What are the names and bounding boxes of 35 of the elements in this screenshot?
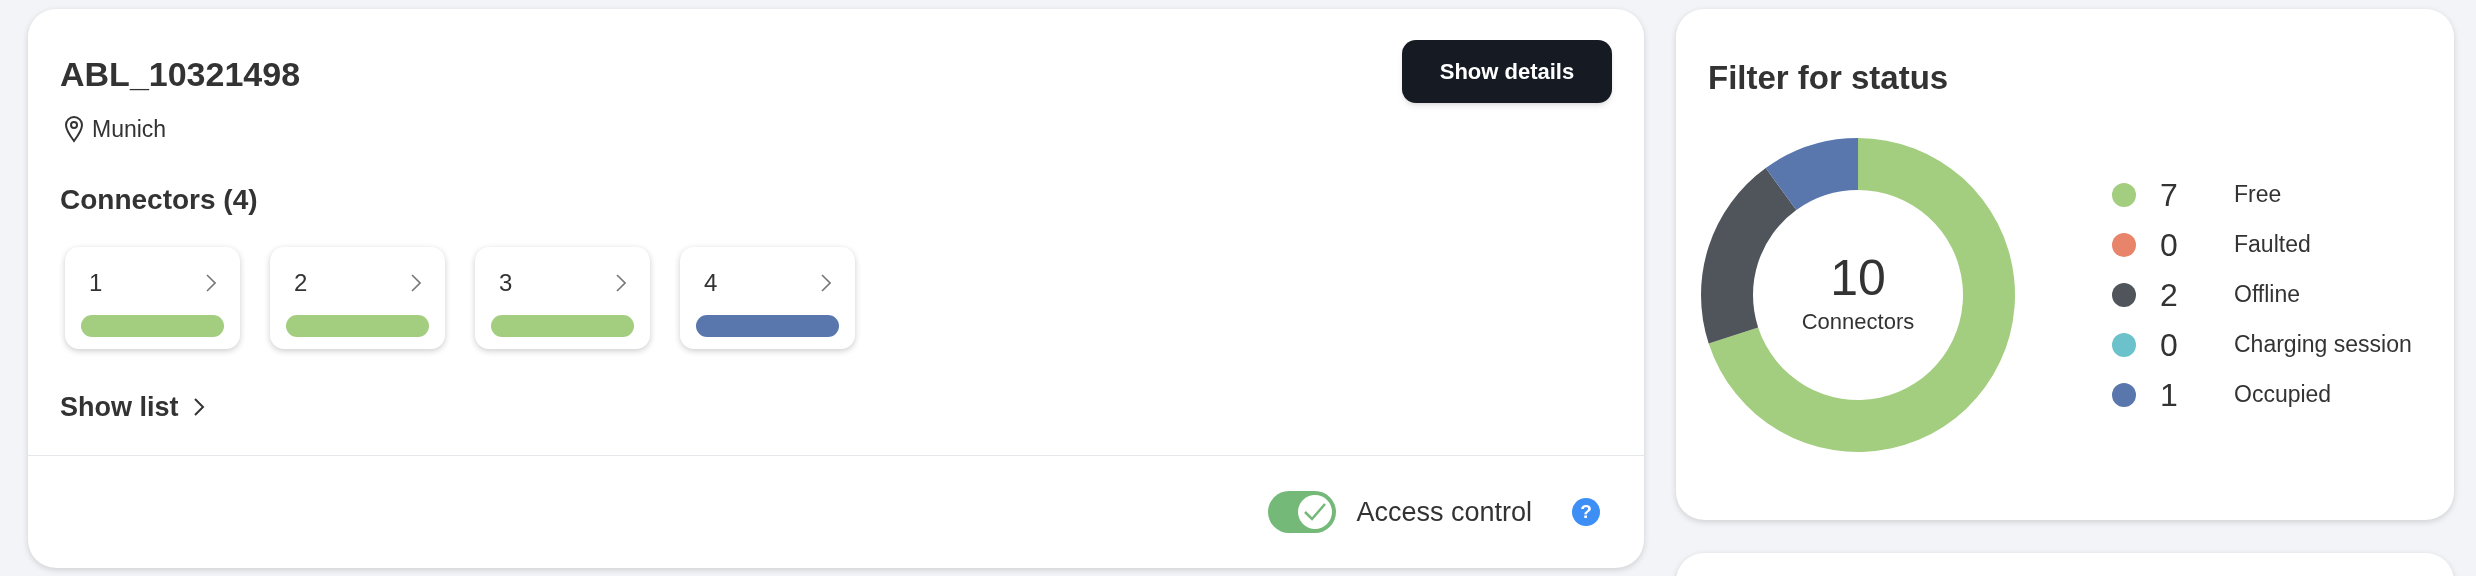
status-label: Occupied	[2234, 380, 2332, 410]
chevron-right-icon	[616, 273, 626, 292]
connector-number: 1	[89, 267, 103, 298]
status-count: 0	[2160, 325, 2179, 365]
connector-card[interactable]: 4	[680, 246, 855, 349]
connector-number: 4	[704, 267, 718, 298]
status-label: Faulted	[2234, 230, 2311, 260]
status-count: 1	[2160, 375, 2179, 415]
chevron-right-icon	[206, 273, 216, 292]
total-count: 10	[1830, 251, 1886, 305]
access-control-toggle[interactable]	[1268, 491, 1337, 533]
station-title: ABL_10321498	[60, 54, 301, 95]
checkmark-icon	[1303, 502, 1328, 522]
location-pin-icon	[64, 115, 84, 144]
chevron-right-icon	[411, 273, 421, 292]
status-count: 0	[2160, 225, 2179, 265]
status-title: Filter for status	[1708, 58, 1950, 98]
total-label: Connectors	[1801, 308, 1915, 336]
status-label: Offline	[2234, 280, 2301, 310]
chevron-right-icon	[821, 273, 831, 292]
status-label: Charging session	[2234, 330, 2412, 360]
show-details-button[interactable]: Show details	[1402, 40, 1612, 103]
connectors-heading: Connectors (4)	[60, 182, 259, 217]
connector-number: 3	[499, 267, 513, 298]
connector-card[interactable]: 1	[65, 246, 240, 349]
connector-card[interactable]: 2	[270, 246, 445, 349]
chevron-right-icon	[192, 396, 205, 417]
show-list-link[interactable]: Show list	[60, 386, 205, 427]
location-text: Munich	[92, 115, 167, 144]
status-count: 7	[2160, 175, 2179, 215]
status-label: Free	[2234, 180, 2282, 210]
access-control-label: Access control	[1356, 495, 1532, 529]
connector-card[interactable]: 3	[475, 246, 650, 349]
status-count: 2	[2160, 275, 2179, 315]
connector-number: 2	[294, 267, 308, 298]
